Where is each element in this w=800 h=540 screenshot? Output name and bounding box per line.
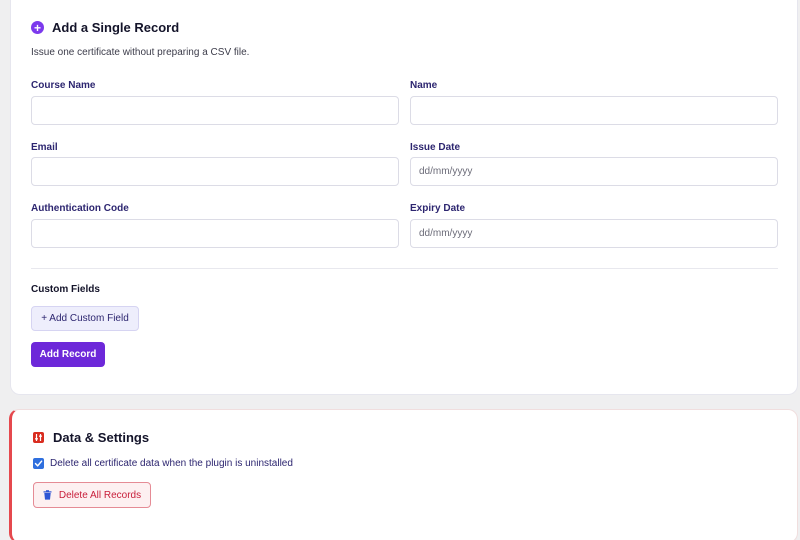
delete-on-uninstall-checkbox[interactable]: [33, 458, 44, 469]
delete-all-records-label: Delete All Records: [58, 489, 142, 501]
add-record-title-text: Add a Single Record: [52, 20, 180, 35]
settings-sliders-icon: [33, 432, 44, 443]
course-name-input[interactable]: [31, 96, 399, 125]
issue-date-input[interactable]: [410, 157, 778, 186]
delete-on-uninstall-label[interactable]: Delete all certificate data when the plu…: [50, 458, 293, 469]
course-name-label: Course Name: [31, 80, 96, 91]
add-custom-field-button[interactable]: + Add Custom Field: [31, 306, 139, 331]
custom-fields-label: Custom Fields: [31, 284, 100, 295]
authentication-code-label: Authentication Code: [31, 203, 129, 214]
delete-on-uninstall-row: Delete all certificate data when the plu…: [33, 458, 293, 469]
section-divider: [31, 268, 778, 269]
name-input[interactable]: [410, 96, 778, 125]
authentication-code-input[interactable]: [31, 219, 399, 248]
checkmark-icon: [34, 460, 43, 467]
plus-circle-icon: +: [31, 21, 44, 34]
trash-icon: [43, 490, 52, 500]
add-record-description: Issue one certificate without preparing …: [31, 47, 250, 58]
name-label: Name: [410, 80, 438, 91]
email-input[interactable]: [31, 157, 399, 186]
data-settings-title-text: Data & Settings: [53, 430, 150, 445]
add-single-record-card: + Add a Single Record Issue one certific…: [10, 0, 798, 395]
data-settings-title: Data & Settings: [33, 430, 149, 445]
delete-all-records-button[interactable]: Delete All Records: [33, 482, 151, 508]
issue-date-label: Issue Date: [410, 142, 461, 153]
expiry-date-input[interactable]: [410, 219, 778, 248]
add-record-button[interactable]: Add Record: [31, 342, 105, 367]
expiry-date-label: Expiry Date: [410, 203, 466, 214]
data-settings-card: Data & Settings Delete all certificate d…: [9, 409, 798, 540]
email-label: Email: [31, 142, 58, 153]
add-record-title: + Add a Single Record: [31, 20, 179, 35]
